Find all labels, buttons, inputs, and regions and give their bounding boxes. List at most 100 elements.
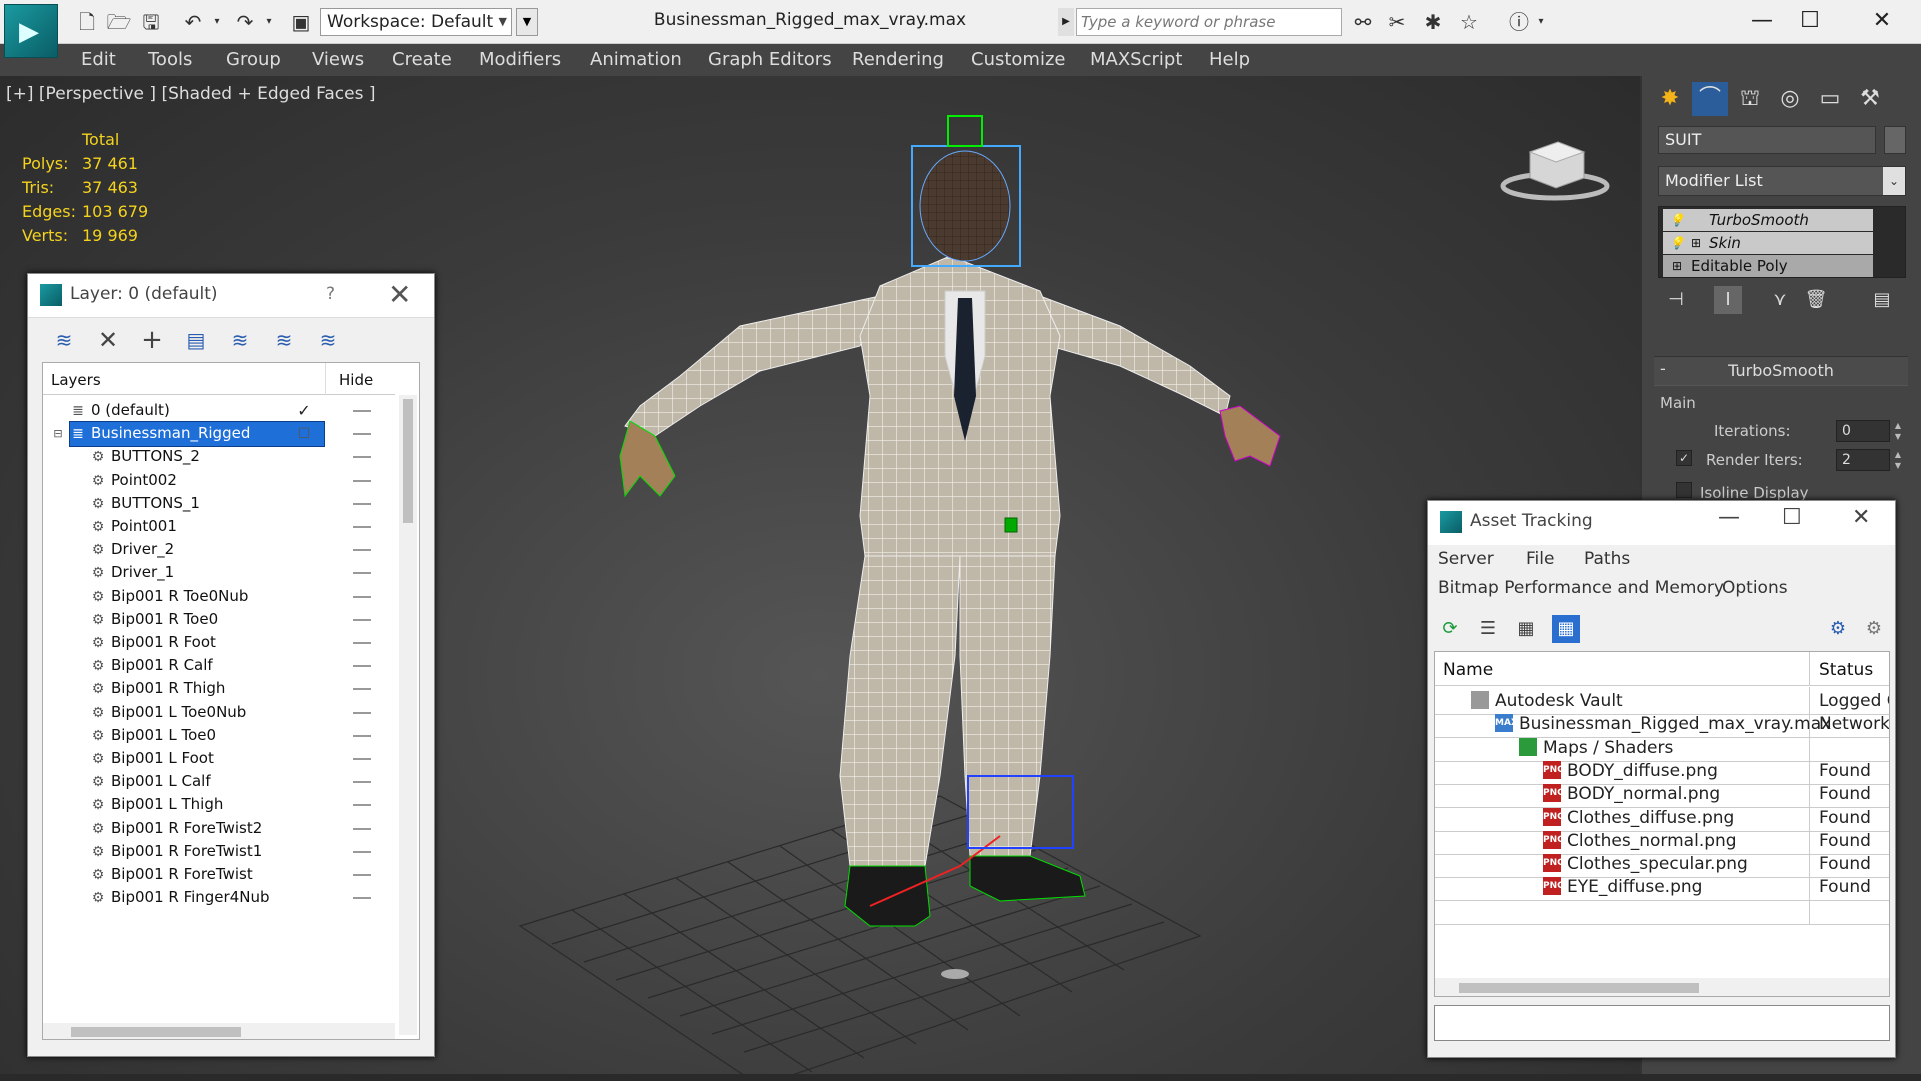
table-view-icon[interactable]: ▦: [1552, 615, 1580, 643]
redo-icon[interactable]: ↷: [232, 10, 258, 34]
asset-row[interactable]: [1435, 896, 1889, 925]
layer-dialog-header[interactable]: Layer: 0 (default) ? ✕: [28, 274, 434, 318]
lightbulb-icon[interactable]: 💡: [1669, 209, 1685, 231]
hide-toggle[interactable]: [353, 711, 371, 714]
layer-list[interactable]: Layers Hide ≣ 0 (default) ✓ ⊟ ≣ Businessman_R…: [42, 362, 420, 1040]
active-layer-check-icon[interactable]: ✓: [295, 402, 313, 420]
layer-row[interactable]: ⚙ Bip001 R Finger4Nub: [43, 884, 395, 912]
modifier-stack[interactable]: 💡 TurboSmooth 💡 ⊞ Skin ⊞ Editable Poly: [1658, 206, 1906, 278]
hide-toggle[interactable]: [353, 549, 371, 552]
column-header-layers[interactable]: Layers: [51, 371, 101, 389]
menu-maxscript[interactable]: MAXScript: [1090, 49, 1182, 71]
menu-create[interactable]: Create: [392, 49, 452, 71]
create-layer-icon[interactable]: ≋: [50, 328, 78, 352]
save-file-icon[interactable]: 🖫: [138, 10, 164, 34]
search-input[interactable]: Type a keyword or phrase: [1076, 8, 1342, 36]
menu-bitmap-performance[interactable]: Bitmap Performance and Memory: [1438, 578, 1724, 598]
hide-toggle[interactable]: [353, 827, 371, 830]
hide-toggle[interactable]: [353, 479, 371, 482]
vertical-scrollbar[interactable]: [399, 395, 417, 1035]
configure-sets-icon[interactable]: ▤: [1868, 286, 1896, 314]
column-header-status[interactable]: Status: [1819, 660, 1873, 680]
add-to-layer-icon[interactable]: +: [138, 327, 166, 353]
freeze-all-layers-icon[interactable]: ≋: [314, 328, 342, 352]
hide-toggle[interactable]: [353, 804, 371, 807]
favorites-star-icon[interactable]: ☆: [1456, 10, 1482, 34]
tools-icon[interactable]: ✂: [1384, 10, 1410, 34]
viewcube-icon[interactable]: [1500, 124, 1610, 204]
hide-toggle[interactable]: [353, 526, 371, 528]
help-icon[interactable]: ⓘ: [1506, 10, 1532, 34]
menu-server[interactable]: Server: [1438, 549, 1494, 569]
collapse-toggle-icon[interactable]: ⊟: [49, 425, 67, 443]
turbosmooth-rollout-header[interactable]: - TurboSmooth: [1654, 356, 1908, 386]
thumbnail-view-icon[interactable]: ▦: [1512, 615, 1540, 643]
iterations-spinner[interactable]: 0: [1836, 420, 1890, 442]
hide-toggle[interactable]: [353, 688, 371, 691]
hide-toggle[interactable]: [353, 595, 371, 598]
undo-icon[interactable]: ↶: [180, 10, 206, 34]
close-button[interactable]: ✕: [1852, 4, 1912, 38]
set-active-layer-icon[interactable]: ☐: [295, 425, 313, 443]
project-folder-icon[interactable]: ▣: [288, 10, 314, 34]
asset-dialog-header[interactable]: Asset Tracking — ☐ ✕: [1428, 501, 1895, 545]
help-button[interactable]: ?: [326, 284, 335, 304]
hide-toggle[interactable]: [353, 897, 371, 900]
hide-all-layers-icon[interactable]: ≋: [270, 328, 298, 352]
maximize-button[interactable]: ☐: [1782, 505, 1802, 530]
utilities-tab-icon[interactable]: ⚒: [1852, 82, 1888, 116]
app-logo-menu[interactable]: ▶: [4, 4, 58, 58]
hide-toggle[interactable]: [353, 502, 371, 505]
list-view-icon[interactable]: ☰: [1474, 615, 1502, 643]
search-expand-icon[interactable]: ▶: [1058, 8, 1074, 36]
menu-group[interactable]: Group: [226, 49, 281, 71]
menu-options[interactable]: Options: [1722, 578, 1788, 598]
redo-dropdown-icon[interactable]: ▾: [262, 10, 276, 34]
object-name-input[interactable]: SUIT: [1658, 126, 1876, 154]
asset-tree[interactable]: Name Status Autodesk Vault Logged O MAXBus…: [1434, 651, 1890, 997]
spinner-arrows-icon[interactable]: ▲ ▼: [1892, 449, 1904, 471]
render-iters-checkbox[interactable]: ✓: [1676, 450, 1692, 466]
undo-dropdown-icon[interactable]: ▾: [210, 10, 224, 34]
select-objects-icon[interactable]: ▤: [182, 328, 210, 352]
hierarchy-tab-icon[interactable]: ⛫: [1732, 82, 1768, 116]
hide-toggle[interactable]: [353, 850, 371, 853]
menu-paths[interactable]: Paths: [1584, 549, 1630, 569]
create-tab-icon[interactable]: ✸: [1652, 82, 1688, 116]
show-end-result-icon[interactable]: I: [1714, 286, 1742, 314]
binoculars-icon[interactable]: ⚯: [1350, 10, 1376, 34]
delete-layer-icon[interactable]: ✕: [94, 328, 122, 352]
workspace-dropdown[interactable]: Workspace: Default ▼: [320, 8, 512, 36]
hide-toggle[interactable]: [353, 642, 371, 644]
remove-modifier-icon[interactable]: 🗑: [1802, 286, 1830, 314]
lightbulb-icon[interactable]: 💡: [1669, 232, 1685, 254]
community-icon[interactable]: ✱: [1420, 10, 1446, 34]
render-iters-spinner[interactable]: 2: [1836, 449, 1890, 471]
maximize-button[interactable]: ☐: [1780, 4, 1840, 38]
menu-help[interactable]: Help: [1209, 49, 1250, 71]
menu-animation[interactable]: Animation: [590, 49, 682, 71]
hide-toggle[interactable]: [353, 618, 371, 621]
menu-edit[interactable]: Edit: [81, 49, 116, 71]
display-tab-icon[interactable]: ▭: [1812, 82, 1848, 116]
modifier-list-dropdown[interactable]: Modifier List ⌄: [1658, 166, 1906, 196]
expand-plus-icon[interactable]: ⊞: [1691, 232, 1701, 254]
horizontal-scrollbar[interactable]: [43, 1023, 395, 1039]
open-file-icon[interactable]: 🗁: [106, 10, 132, 34]
hide-toggle[interactable]: [353, 665, 371, 668]
menu-views[interactable]: Views: [312, 49, 364, 71]
highlight-selected-icon[interactable]: ≋: [226, 328, 254, 352]
asset-path-field[interactable]: [1434, 1005, 1890, 1041]
viewport-label[interactable]: [+] [Perspective ] [Shaded + Edged Faces…: [6, 84, 375, 104]
menu-rendering[interactable]: Rendering: [852, 49, 944, 71]
help-dropdown-icon[interactable]: ▾: [1534, 10, 1548, 34]
refresh-icon[interactable]: ⟳: [1436, 615, 1464, 643]
vault-logout-icon[interactable]: ⚙: [1860, 615, 1888, 643]
modify-tab-icon[interactable]: ⌒: [1692, 82, 1728, 116]
hide-toggle[interactable]: [353, 572, 371, 575]
make-unique-icon[interactable]: ⋎: [1766, 286, 1794, 314]
expand-plus-icon[interactable]: ⊞: [1669, 255, 1685, 277]
workspace-options-button[interactable]: ▼: [516, 8, 538, 36]
scrollbar-thumb[interactable]: [1459, 983, 1699, 993]
stack-item-turbosmooth[interactable]: 💡 TurboSmooth: [1663, 209, 1873, 231]
